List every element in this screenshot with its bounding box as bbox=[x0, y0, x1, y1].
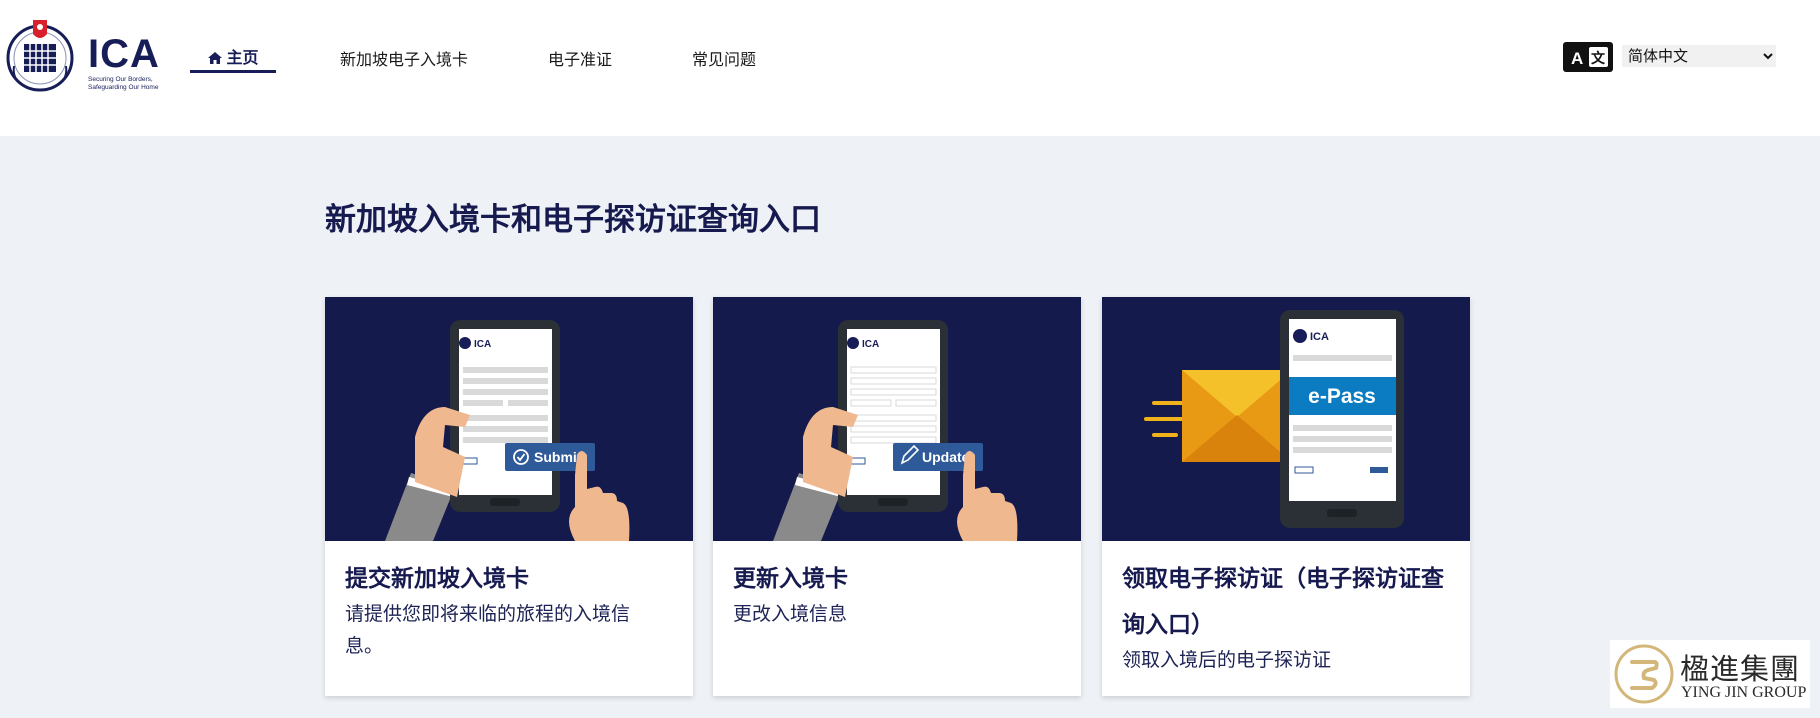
logo-wordmark: ICA bbox=[88, 32, 160, 76]
svg-text:Submit: Submit bbox=[534, 449, 582, 465]
svg-text:Update: Update bbox=[922, 449, 970, 465]
svg-text:文: 文 bbox=[1591, 50, 1606, 67]
watermark-cn: 楹進集團 bbox=[1680, 652, 1801, 686]
card-description: 领取入境后的电子探访证 bbox=[1122, 649, 1332, 671]
logo-tagline: Securing Our Borders, Safeguarding Our H… bbox=[88, 76, 159, 91]
e-pass-illustration: ICA e-Pass bbox=[1102, 297, 1470, 541]
page-title: 新加坡入境卡和电子探访证查询入口 bbox=[325, 202, 821, 238]
card-submit-arrival-card[interactable]: ICA Submit 提交新加坡入境卡 请提供您即将来临的旅程的入境信息。 bbox=[325, 297, 693, 696]
home-icon bbox=[208, 52, 223, 64]
card-description: 更改入境信息 bbox=[733, 603, 848, 625]
card-description: 请提供您即将来临的旅程的入境信息。 bbox=[345, 603, 631, 657]
update-illustration: ICA Update bbox=[713, 297, 1081, 541]
ica-logo[interactable]: ICA Securing Our Borders, Safeguarding O… bbox=[4, 14, 164, 98]
language-select[interactable]: 简体中文 bbox=[1622, 45, 1776, 67]
nav-e-pass[interactable]: 电子准证 bbox=[548, 46, 612, 70]
submit-illustration: ICA Submit bbox=[325, 297, 693, 541]
card-update-arrival-card[interactable]: ICA Update 更新入境卡 更改入境信息 bbox=[713, 297, 1081, 696]
svg-text:ICA: ICA bbox=[1310, 331, 1329, 343]
nav-home[interactable]: 主页 bbox=[190, 44, 276, 73]
svg-text:ICA: ICA bbox=[862, 339, 879, 350]
watermark-en: YING JIN GROUP bbox=[1681, 684, 1807, 701]
ying-jin-group-watermark: 楹進集團 YING JIN GROUP bbox=[1610, 640, 1810, 708]
card-title: 更新入境卡 bbox=[733, 566, 848, 592]
nav-home-label: 主页 bbox=[226, 48, 259, 67]
card-retrieve-e-pass[interactable]: ICA e-Pass 领取电子探访证（电子探访证查询入口） 领取入境后的电子探访… bbox=[1102, 297, 1470, 696]
translate-icon[interactable]: A 文 bbox=[1563, 42, 1613, 72]
card-title: 提交新加坡入境卡 bbox=[345, 566, 529, 592]
ica-crest-icon bbox=[6, 20, 74, 92]
svg-text:A: A bbox=[1571, 49, 1583, 68]
card-title: 领取电子探访证（电子探访证查询入口） bbox=[1122, 566, 1444, 638]
site-header: ICA Securing Our Borders, Safeguarding O… bbox=[0, 0, 1820, 136]
svg-text:ICA: ICA bbox=[474, 339, 491, 350]
nav-faq[interactable]: 常见问题 bbox=[692, 46, 756, 70]
nav-sg-arrival-card[interactable]: 新加坡电子入境卡 bbox=[340, 46, 468, 70]
svg-text:e-Pass: e-Pass bbox=[1308, 385, 1376, 408]
ying-jin-logo-icon bbox=[1614, 644, 1674, 704]
